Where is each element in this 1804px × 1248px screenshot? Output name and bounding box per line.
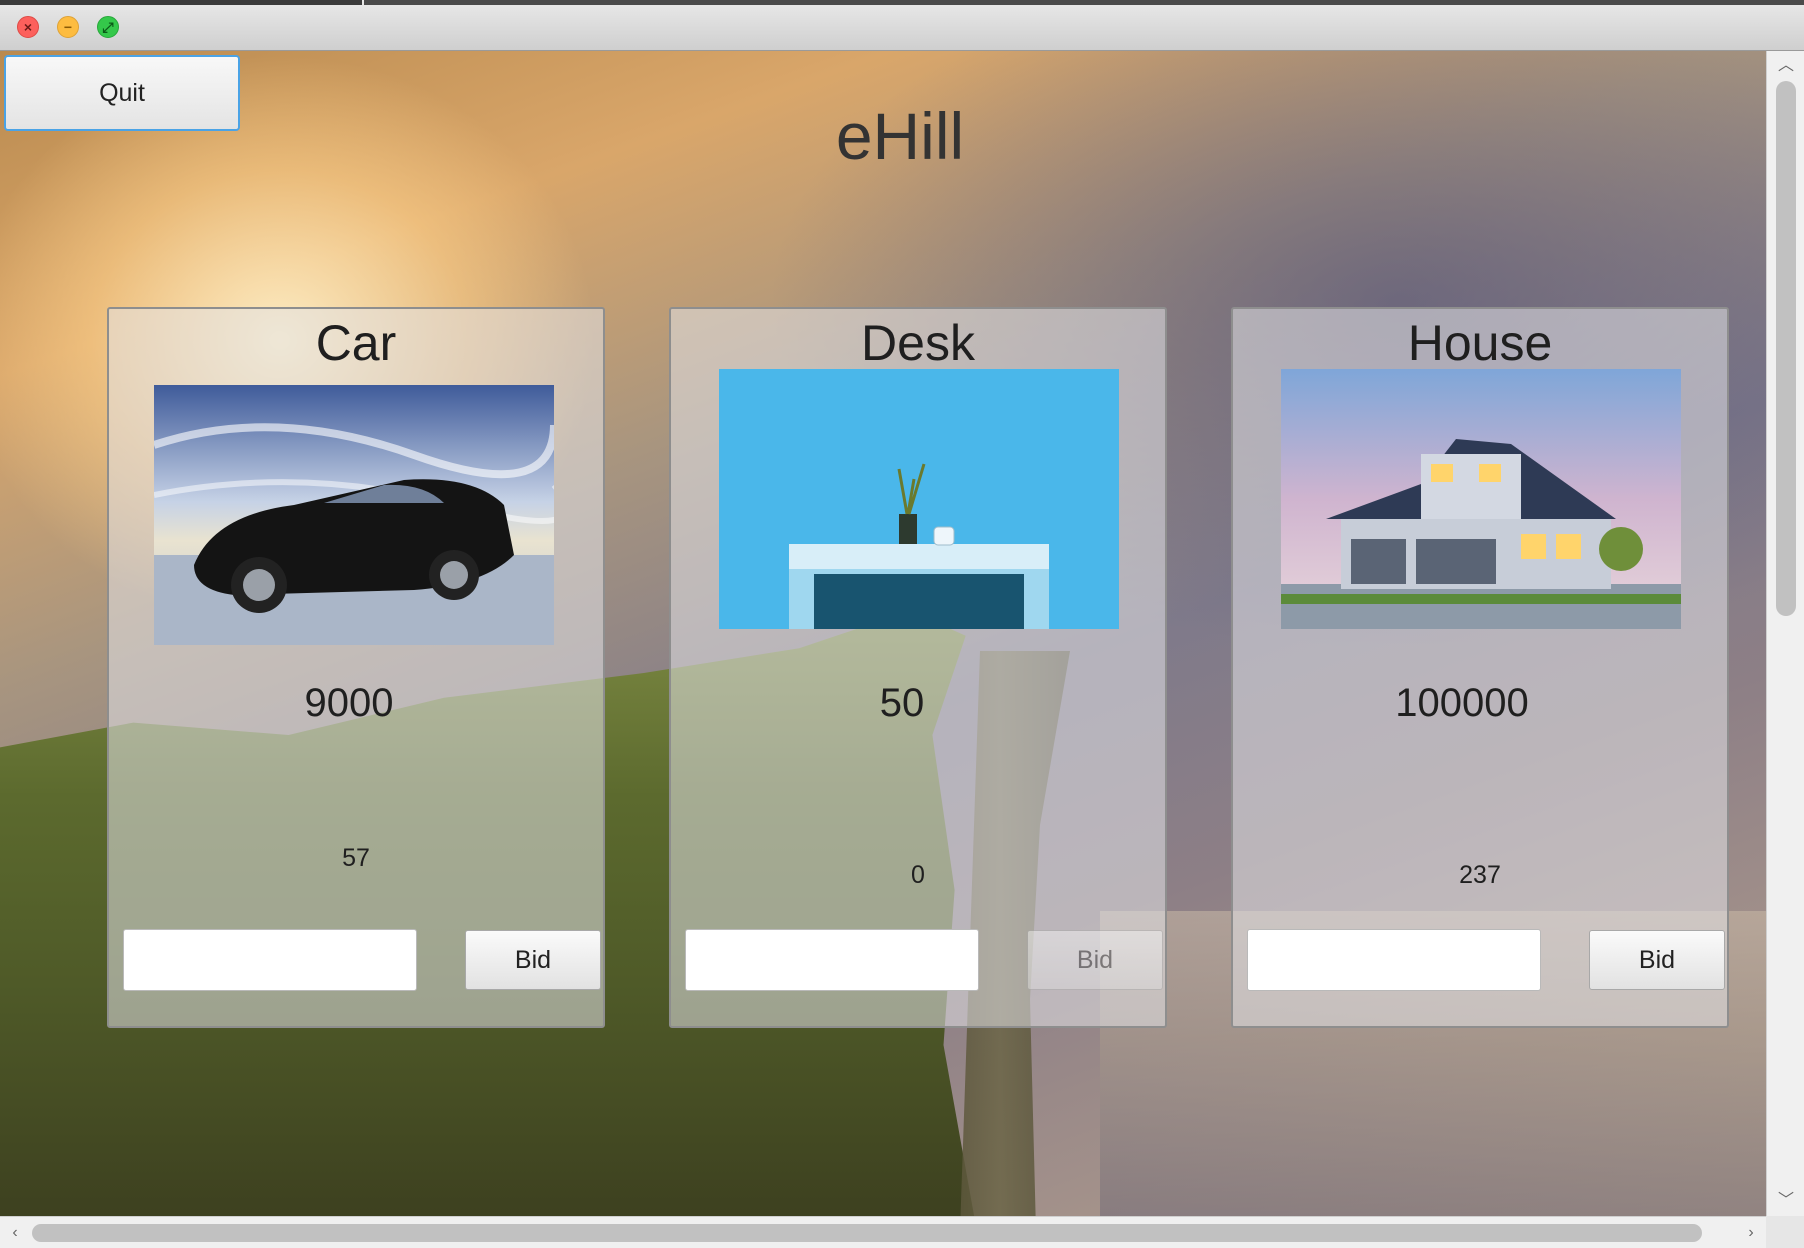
bid-input-car[interactable] [123,929,417,991]
item-name: Desk [861,315,975,371]
bid-button-car[interactable]: Bid [465,930,601,990]
page-title: eHill [835,99,965,173]
item-price: 100000 [1395,681,1529,725]
minimize-icon: − [63,19,73,35]
item-card-car: Car 9000 57 Bid [107,307,605,1028]
bid-button-desk[interactable]: Bid [1027,930,1163,990]
maximize-icon: ⤢ [102,19,114,35]
maximize-window-button[interactable]: ⤢ [97,16,119,38]
item-price: 9000 [304,681,394,725]
item-card-house: House 100000 237 Bid [1231,307,1729,1028]
scroll-up-icon[interactable]: ︿ [1767,51,1804,81]
title-bar: × − ⤢ [0,0,1804,51]
app-window: × − ⤢ Quit eHill Car 9000 57 Bid Desk 50… [0,0,1804,1248]
item-card-desk: Desk 50 0 Bid [669,307,1167,1028]
car-photo [154,385,554,645]
bid-button-house[interactable]: Bid [1589,930,1725,990]
vertical-scroll-thumb[interactable] [1776,81,1796,616]
item-bid-count: 237 [1459,861,1501,889]
close-window-button[interactable]: × [17,16,39,38]
item-bid-count: 57 [342,844,370,872]
item-bid-count: 0 [911,861,925,889]
horizontal-scrollbar[interactable]: ‹ › [0,1216,1766,1248]
minimize-window-button[interactable]: − [57,16,79,38]
item-name: Car [315,315,397,371]
desk-photo [719,369,1119,629]
desk-photo-icon [719,369,1119,629]
quit-button[interactable]: Quit [4,55,240,131]
vertical-scrollbar[interactable]: ︿ ﹀ [1766,51,1804,1216]
scroll-corner [1766,1216,1804,1248]
item-name: House [1407,315,1553,371]
scroll-right-icon[interactable]: › [1736,1217,1766,1248]
house-photo-icon [1281,369,1681,629]
close-icon: × [23,19,33,35]
item-price: 50 [879,681,925,725]
scroll-down-icon[interactable]: ﹀ [1767,1186,1804,1216]
bid-input-house[interactable] [1247,929,1541,991]
scroll-left-icon[interactable]: ‹ [0,1217,30,1248]
car-photo-icon [154,385,554,645]
house-photo [1281,369,1681,629]
horizontal-scroll-thumb[interactable] [32,1224,1702,1242]
bid-input-desk[interactable] [685,929,979,991]
